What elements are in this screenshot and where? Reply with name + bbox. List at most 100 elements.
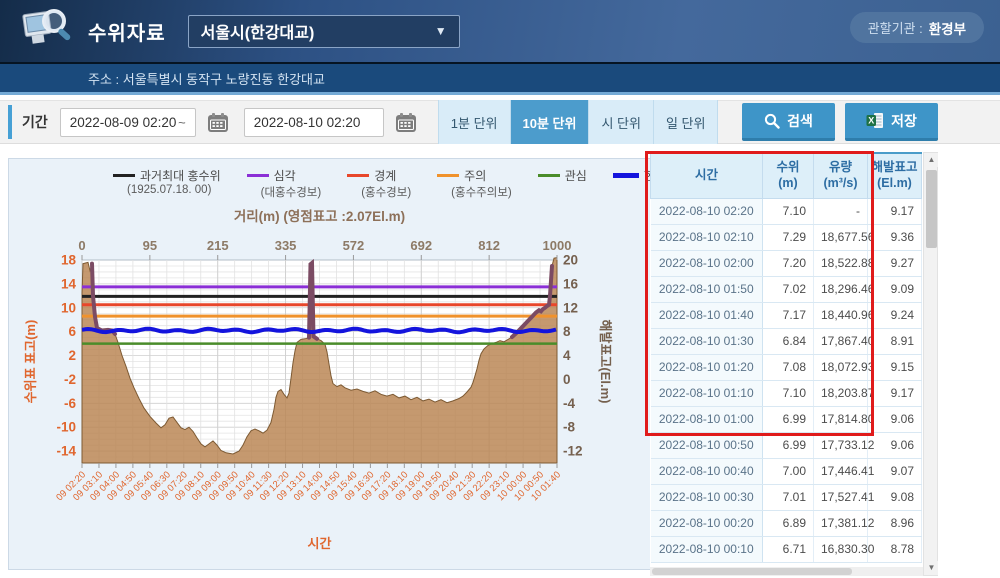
cell-time: 2022-08-10 00:10 [651, 536, 763, 562]
cell-time: 2022-08-10 00:30 [651, 484, 763, 510]
cell-value: 7.08 [763, 354, 814, 380]
svg-text:4: 4 [563, 348, 571, 363]
unit-button-0[interactable]: 1분 단위 [438, 100, 510, 144]
svg-text:수위표 표고(m): 수위표 표고(m) [23, 320, 38, 404]
cell-value: 9.15 [868, 354, 922, 380]
cell-value: 9.27 [868, 250, 922, 276]
svg-text:2: 2 [68, 348, 76, 363]
search-button[interactable]: 검색 [742, 103, 835, 141]
cell-time: 2022-08-10 00:50 [651, 432, 763, 458]
cell-value: 9.36 [868, 224, 922, 250]
scroll-up-arrow-icon[interactable]: ▲ [925, 153, 938, 167]
legend-swatch [347, 174, 369, 177]
table-header-2: 유량(m³/s) [814, 153, 868, 198]
svg-text:-14: -14 [56, 444, 76, 459]
cell-time: 2022-08-10 02:00 [651, 250, 763, 276]
table-row[interactable]: 2022-08-10 01:107.1018,203.879.17 [651, 380, 922, 406]
svg-text:572: 572 [343, 238, 365, 253]
svg-text:16: 16 [563, 276, 579, 291]
table-header-0: 시간 [651, 153, 763, 198]
table-row[interactable]: 2022-08-10 00:506.9917,733.129.06 [651, 432, 922, 458]
station-select[interactable]: 서울시(한강대교) ▼ [188, 15, 460, 48]
date-from-value: 2022-08-09 02:20 [70, 115, 177, 130]
table-row[interactable]: 2022-08-10 01:207.0818,072.939.15 [651, 354, 922, 380]
cell-time: 2022-08-10 01:40 [651, 302, 763, 328]
cell-value: 7.10 [763, 380, 814, 406]
legend-swatch [613, 173, 639, 178]
unit-button-1[interactable]: 10분 단위 [510, 100, 589, 144]
scroll-down-arrow-icon[interactable]: ▼ [925, 561, 938, 575]
legend-swatch [437, 174, 459, 177]
cell-value: 18,677.56 [814, 224, 868, 250]
cell-time: 2022-08-10 01:20 [651, 354, 763, 380]
table-row[interactable]: 2022-08-10 01:006.9917,814.809.06 [651, 406, 922, 432]
calendar-to-button[interactable] [393, 109, 420, 135]
period-label: 기간 [22, 112, 48, 132]
svg-text:1000: 1000 [543, 238, 572, 253]
cell-value: 18,296.46 [814, 276, 868, 302]
svg-text:95: 95 [143, 238, 157, 253]
chart-legend: 과거최대 홍수위(1925.07.18. 00)심각(대홍수경보)경계(홍수경보… [113, 167, 651, 200]
table-row[interactable]: 2022-08-10 00:206.8917,381.128.96 [651, 510, 922, 536]
cell-value: 9.24 [868, 302, 922, 328]
table-row[interactable]: 2022-08-10 00:106.7116,830.308.78 [651, 536, 922, 562]
legend-swatch [247, 174, 269, 177]
cell-value: 8.91 [868, 328, 922, 354]
address-bar-accent [0, 92, 1000, 95]
svg-text:-4: -4 [563, 396, 575, 411]
chart-panel: 과거최대 홍수위(1925.07.18. 00)심각(대홍수경보)경계(홍수경보… [8, 158, 652, 570]
date-to-value: 2022-08-10 02:20 [254, 115, 361, 130]
cell-time: 2022-08-10 00:20 [651, 510, 763, 536]
legend-swatch [538, 174, 560, 177]
cell-value: 17,527.41 [814, 484, 868, 510]
table-row[interactable]: 2022-08-10 02:207.10-9.17 [651, 198, 922, 224]
cell-value: 17,814.80 [814, 406, 868, 432]
unit-button-3[interactable]: 일 단위 [653, 100, 719, 144]
save-button[interactable]: X 저장 [845, 103, 938, 141]
data-table: 시간수위(m)유량(m³/s)해발표고(El.m)2022-08-10 02:2… [650, 152, 921, 576]
calendar-icon [395, 112, 417, 133]
cell-value: 18,522.88 [814, 250, 868, 276]
cell-value: 7.20 [763, 250, 814, 276]
table-row[interactable]: 2022-08-10 01:407.1718,440.969.24 [651, 302, 922, 328]
table-row[interactable]: 2022-08-10 01:507.0218,296.469.09 [651, 276, 922, 302]
date-from-input[interactable]: 2022-08-09 02:20 ~ [60, 108, 196, 137]
cell-time: 2022-08-10 02:20 [651, 198, 763, 224]
agency-value: 환경부 [929, 18, 966, 38]
cell-value: 9.06 [868, 406, 922, 432]
cell-time: 2022-08-10 01:50 [651, 276, 763, 302]
svg-text:18: 18 [61, 253, 77, 268]
excel-icon: X [866, 112, 884, 129]
cell-value: 7.17 [763, 302, 814, 328]
unit-button-2[interactable]: 시 단위 [588, 100, 653, 144]
cell-value: 7.00 [763, 458, 814, 484]
calendar-from-button[interactable] [205, 109, 232, 135]
table-row[interactable]: 2022-08-10 02:007.2018,522.889.27 [651, 250, 922, 276]
scrollbar-thumb[interactable] [926, 170, 937, 248]
table-vertical-scrollbar[interactable]: ▲ ▼ [923, 152, 938, 576]
svg-text:해발표고(El.m): 해발표고(El.m) [598, 320, 613, 404]
search-icon [764, 113, 780, 129]
cell-time: 2022-08-10 01:10 [651, 380, 763, 406]
unit-button-group: 1분 단위10분 단위시 단위일 단위 [438, 100, 719, 144]
table-row[interactable]: 2022-08-10 00:407.0017,446.419.07 [651, 458, 922, 484]
date-to-input[interactable]: 2022-08-10 02:20 [244, 108, 384, 137]
legend-item-3: 주의(홍수주의보) [437, 167, 512, 200]
svg-text:X: X [868, 116, 874, 126]
cell-value: 7.10 [763, 198, 814, 224]
hscrollbar-thumb[interactable] [652, 568, 852, 575]
svg-text:시간: 시간 [308, 536, 332, 551]
cell-value: 17,867.40 [814, 328, 868, 354]
table-row[interactable]: 2022-08-10 02:107.2918,677.569.36 [651, 224, 922, 250]
legend-item-4: 관심 [538, 167, 587, 200]
cell-value: 9.17 [868, 380, 922, 406]
table-row[interactable]: 2022-08-10 00:307.0117,527.419.08 [651, 484, 922, 510]
legend-swatch [113, 174, 135, 177]
table-horizontal-scrollbar[interactable] [650, 567, 923, 576]
svg-text:거리(m) (영점표고 :2.07El.m): 거리(m) (영점표고 :2.07El.m) [234, 208, 405, 224]
period-accent-bar [8, 105, 12, 139]
table-row[interactable]: 2022-08-10 01:306.8417,867.408.91 [651, 328, 922, 354]
legend-item-2: 경계(홍수경보) [347, 167, 411, 200]
cell-time: 2022-08-10 00:40 [651, 458, 763, 484]
svg-text:-2: -2 [64, 372, 76, 387]
